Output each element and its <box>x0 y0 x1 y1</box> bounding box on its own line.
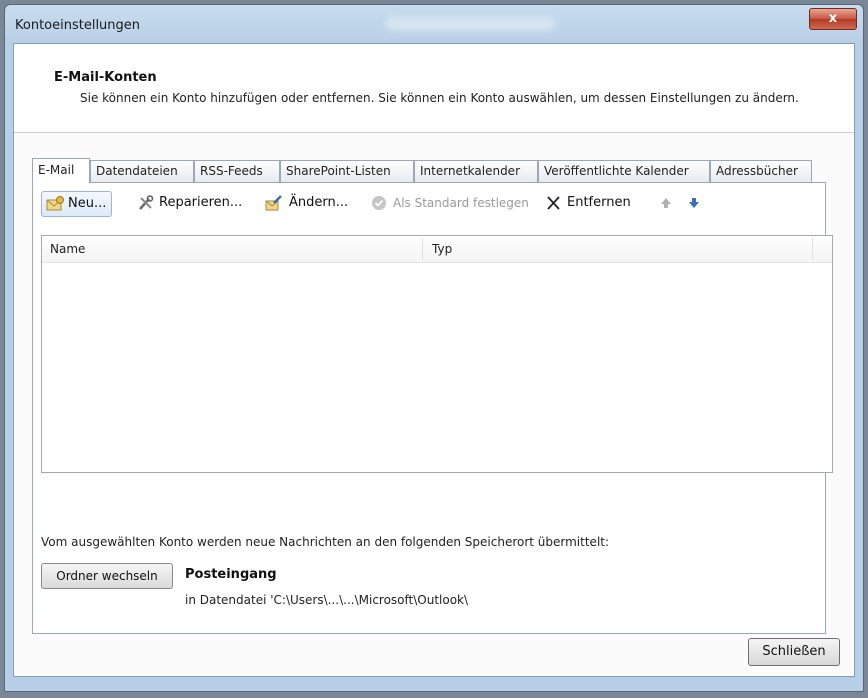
tab-sharepoint-lists[interactable]: SharePoint-Listen <box>280 160 414 182</box>
account-list[interactable]: Name Typ <box>41 235 833 473</box>
move-down-button[interactable] <box>685 191 703 217</box>
window-close-button[interactable]: x <box>809 8 857 30</box>
tab-email[interactable]: E-Mail <box>32 158 90 183</box>
check-icon <box>372 196 386 210</box>
account-list-header: Name Typ <box>42 236 832 263</box>
column-separator <box>422 238 423 260</box>
dialog-header: E-Mail-Konten Sie können ein Konto hinzu… <box>14 44 854 133</box>
column-name-header[interactable]: Name <box>50 242 85 256</box>
remove-label: Entfernen <box>567 195 631 210</box>
tab-address-books[interactable]: Adressbücher <box>710 160 812 182</box>
new-account-button[interactable]: Neu... <box>41 191 113 217</box>
window-title: Kontoeinstellungen <box>15 18 141 33</box>
delivery-folder-name: Posteingang <box>185 567 277 582</box>
edit-icon <box>265 195 282 211</box>
title-bar-blur <box>385 17 555 31</box>
mail-new-icon <box>46 196 64 211</box>
email-tab-page: Neu... Reparieren... Ändern... Als Stand… <box>32 182 833 634</box>
header-title: E-Mail-Konten <box>54 70 157 85</box>
set-default-button[interactable]: Als Standard festlegen <box>371 191 529 217</box>
close-dialog-button[interactable]: Schließen <box>748 638 840 666</box>
column-separator <box>812 238 813 260</box>
repair-button[interactable]: Reparieren... <box>137 191 242 217</box>
repair-label: Reparieren... <box>159 195 243 210</box>
change-folder-button[interactable]: Ordner wechseln <box>41 563 173 589</box>
dialog-panel: E-Mail-Konten Sie können ein Konto hinzu… <box>13 43 855 677</box>
header-description: Sie können ein Konto hinzufügen oder ent… <box>80 91 799 105</box>
new-account-label: Neu... <box>68 196 107 211</box>
set-default-label: Als Standard festlegen <box>393 196 529 210</box>
tab-data-files[interactable]: Datendateien <box>90 160 194 182</box>
x-icon <box>547 196 560 210</box>
delivery-info-text: Vom ausgewählten Konto werden neue Nachr… <box>41 535 610 549</box>
account-settings-window: Kontoeinstellungen x E-Mail-Konten Sie k… <box>4 4 864 692</box>
arrow-up-icon <box>661 198 671 208</box>
close-icon: x <box>828 11 838 26</box>
title-bar[interactable]: Kontoeinstellungen x <box>5 5 863 43</box>
column-type-header[interactable]: Typ <box>432 242 452 256</box>
tab-published-calendars[interactable]: Veröffentlichte Kalender <box>538 160 710 182</box>
change-button[interactable]: Ändern... <box>265 191 348 217</box>
tab-internet-calendars[interactable]: Internetkalender <box>414 160 538 182</box>
arrow-down-icon <box>689 198 699 208</box>
tools-icon <box>139 195 154 210</box>
remove-button[interactable]: Entfernen <box>545 191 631 217</box>
delivery-data-file-path: in Datendatei 'C:\Users\...\...\Microsof… <box>185 593 469 607</box>
move-up-button[interactable] <box>657 191 675 217</box>
account-toolbar: Neu... Reparieren... Ändern... Als Stand… <box>33 191 825 219</box>
tab-rss-feeds[interactable]: RSS-Feeds <box>194 160 280 182</box>
change-label: Ändern... <box>289 195 349 210</box>
